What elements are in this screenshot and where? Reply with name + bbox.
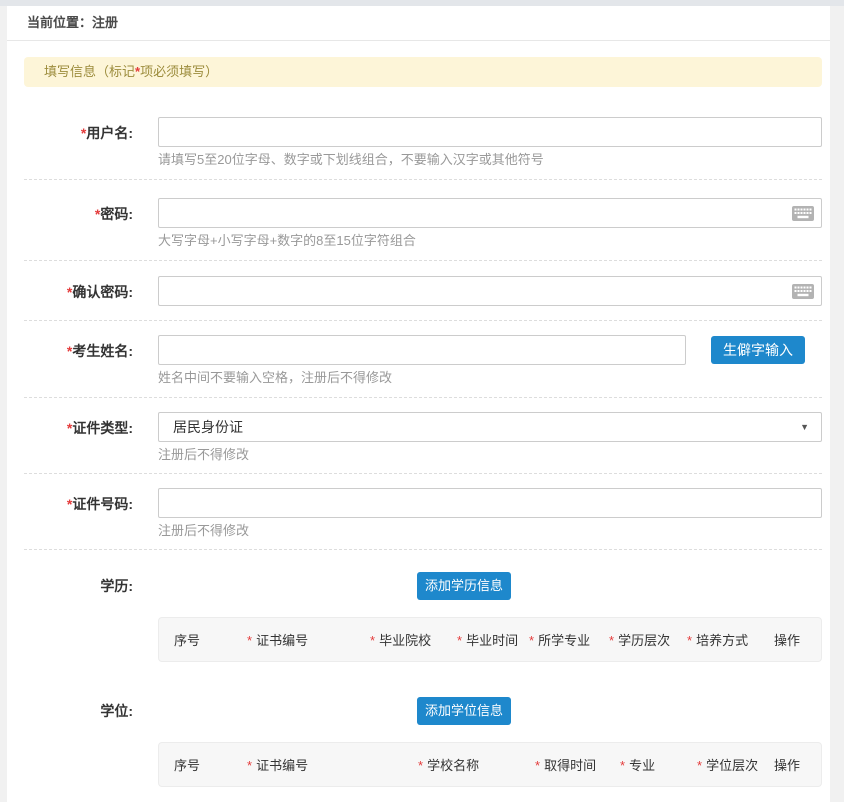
degree-col-obtain-time: *取得时间 bbox=[535, 755, 620, 774]
breadcrumb-text: 当前位置：注册 bbox=[27, 15, 118, 30]
education-col-mode: *培养方式 bbox=[687, 630, 770, 649]
education-col-major: *所学专业 bbox=[529, 630, 609, 649]
education-col-school: *毕业院校 bbox=[370, 630, 457, 649]
add-education-button[interactable]: 添加学历信息 bbox=[417, 572, 511, 600]
id-number-hint: 注册后不得修改 bbox=[158, 522, 822, 540]
degree-col-level: *学位层次 bbox=[697, 755, 770, 774]
notice-suffix: 项必须填写） bbox=[140, 64, 218, 79]
password-label: *密码: bbox=[24, 198, 133, 250]
id-type-hint: 注册后不得修改 bbox=[158, 446, 822, 464]
password-input[interactable] bbox=[158, 198, 822, 228]
keyboard-icon[interactable] bbox=[792, 206, 814, 221]
confirm-password-input[interactable] bbox=[158, 276, 822, 306]
education-table-header: 序号 *证书编号 *毕业院校 *毕业时间 *所学专业 *学历层次 *培养方式 操… bbox=[158, 617, 822, 662]
education-col-actions: 操作 bbox=[770, 630, 800, 649]
candidate-name-label: *考生姓名: bbox=[24, 335, 133, 387]
password-row: *密码: 大写字母+小写字母+数字的8至15位字符组合 bbox=[24, 180, 822, 261]
form-container: 填写信息（标记*项必须填写） *用户名: 请填写5至20位字母、数字或下划线组合… bbox=[7, 41, 830, 802]
id-type-label: *证件类型: bbox=[24, 412, 133, 464]
degree-table-header: 序号 *证书编号 *学校名称 *取得时间 *专业 *学位层次 操作 bbox=[158, 742, 822, 787]
username-label: *用户名: bbox=[24, 117, 133, 169]
notice-prefix: 填写信息（标记 bbox=[44, 64, 135, 79]
education-col-level: *学历层次 bbox=[609, 630, 687, 649]
rare-character-input-button[interactable]: 生僻字输入 bbox=[711, 336, 805, 364]
degree-col-index: 序号 bbox=[170, 755, 247, 774]
degree-col-major: *专业 bbox=[620, 755, 697, 774]
id-type-row: *证件类型: 居民身份证 ▼ 注册后不得修改 bbox=[24, 398, 822, 474]
username-input[interactable] bbox=[158, 117, 822, 147]
keyboard-icon[interactable] bbox=[792, 284, 814, 299]
id-number-input[interactable] bbox=[158, 488, 822, 518]
education-col-grad-time: *毕业时间 bbox=[457, 630, 529, 649]
chevron-down-icon: ▼ bbox=[800, 413, 809, 441]
username-row: *用户名: 请填写5至20位字母、数字或下划线组合，不要输入汉字或其他符号 bbox=[24, 87, 822, 180]
add-degree-button[interactable]: 添加学位信息 bbox=[417, 697, 511, 725]
breadcrumb: 当前位置：注册 bbox=[7, 6, 830, 41]
candidate-name-row: *考生姓名: 生僻字输入 姓名中间不要输入空格，注册后不得修改 bbox=[24, 321, 822, 398]
notice-banner: 填写信息（标记*项必须填写） bbox=[24, 57, 822, 87]
degree-col-school: *学校名称 bbox=[418, 755, 535, 774]
degree-col-cert-no: *证书编号 bbox=[247, 755, 418, 774]
candidate-name-input[interactable] bbox=[158, 335, 686, 365]
confirm-password-row: *确认密码: bbox=[24, 261, 822, 321]
username-hint: 请填写5至20位字母、数字或下划线组合，不要输入汉字或其他符号 bbox=[158, 151, 822, 169]
confirm-password-label: *确认密码: bbox=[24, 276, 133, 306]
id-type-select[interactable]: 居民身份证 ▼ bbox=[158, 412, 822, 442]
id-number-label: *证件号码: bbox=[24, 488, 133, 540]
education-col-index: 序号 bbox=[170, 630, 247, 649]
id-number-row: *证件号码: 注册后不得修改 bbox=[24, 474, 822, 550]
candidate-name-hint: 姓名中间不要输入空格，注册后不得修改 bbox=[158, 369, 822, 387]
content-panel: 当前位置：注册 填写信息（标记*项必须填写） *用户名: 请填写5至20位字母、… bbox=[7, 6, 830, 802]
registration-page: 当前位置：注册 填写信息（标记*项必须填写） *用户名: 请填写5至20位字母、… bbox=[0, 0, 844, 802]
education-label: 学历: bbox=[24, 572, 133, 662]
education-col-cert-no: *证书编号 bbox=[247, 630, 370, 649]
password-hint: 大写字母+小写字母+数字的8至15位字符组合 bbox=[158, 232, 822, 250]
degree-section: 学位: 添加学位信息 序号 *证书编号 *学校名称 *取得时间 *专业 *学位层… bbox=[24, 697, 822, 802]
id-type-selected-value: 居民身份证 bbox=[173, 419, 243, 435]
degree-label: 学位: bbox=[24, 697, 133, 787]
education-section: 学历: 添加学历信息 序号 *证书编号 *毕业院校 *毕业时间 *所学专业 *学… bbox=[24, 550, 822, 697]
degree-col-actions: 操作 bbox=[770, 755, 800, 774]
